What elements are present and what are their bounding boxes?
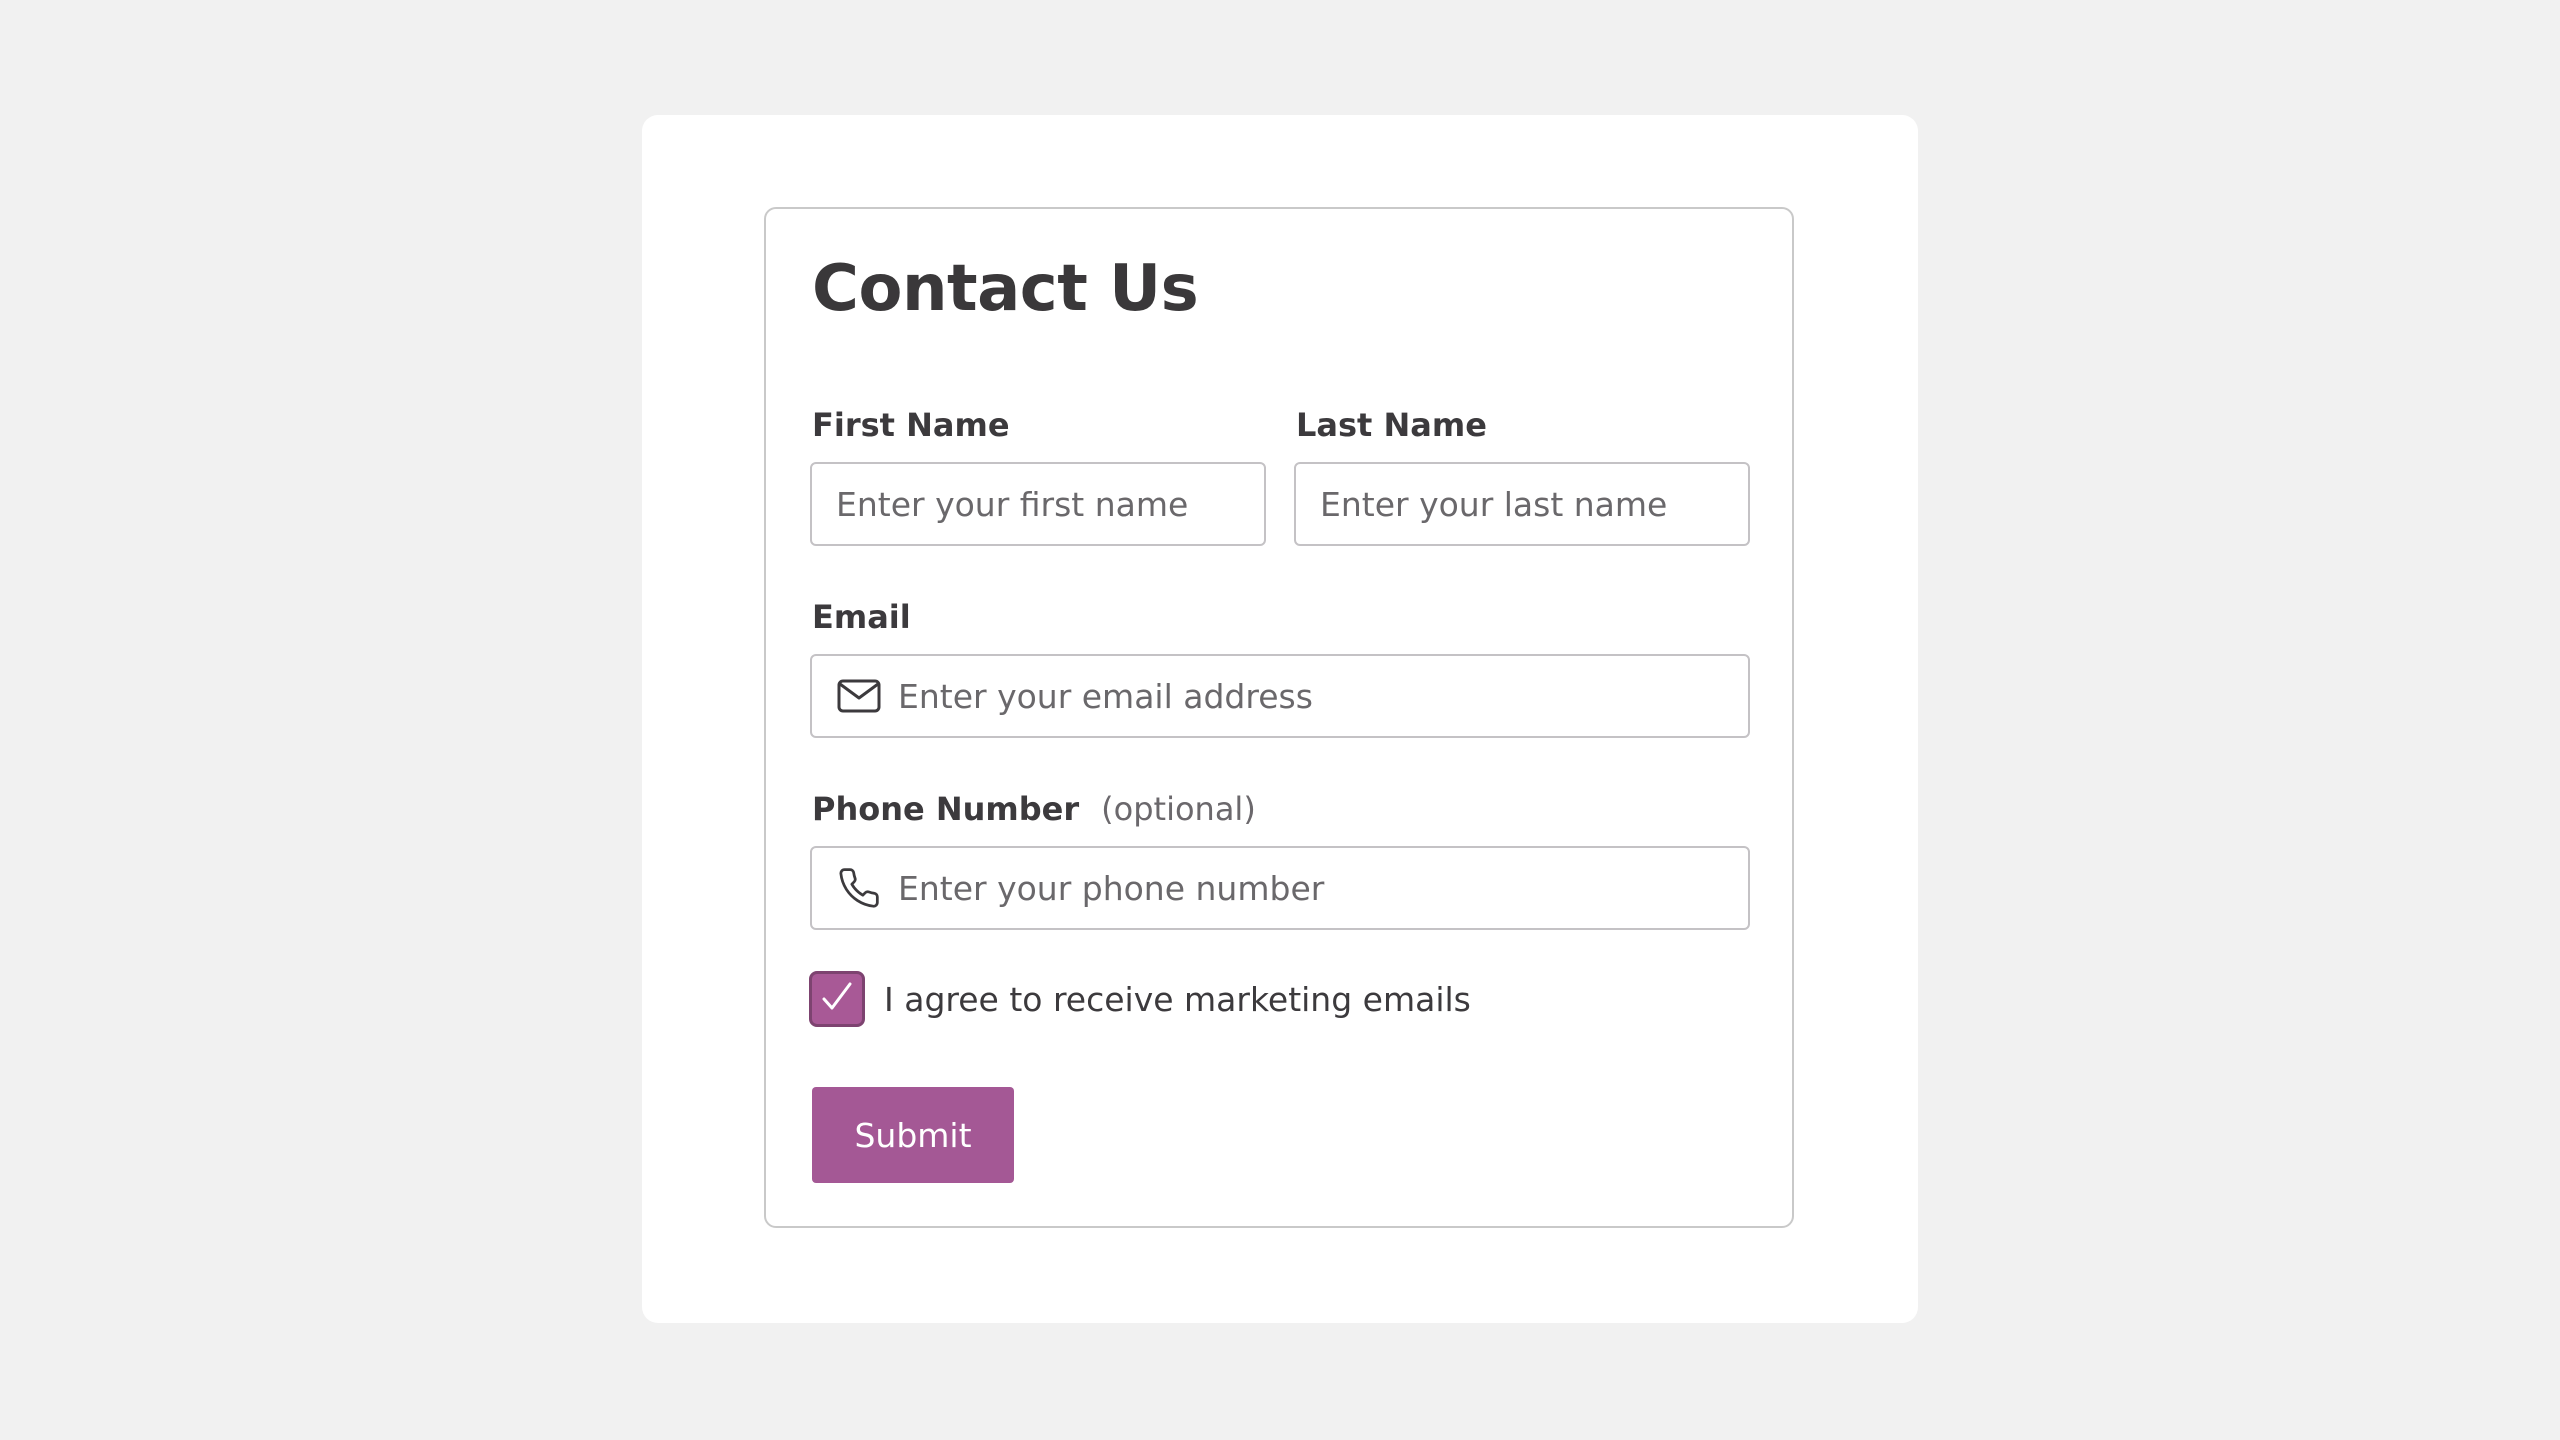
marketing-consent-checkbox[interactable] bbox=[809, 971, 865, 1027]
contact-form: Contact Us First Name Last Name Email Ph… bbox=[764, 207, 1794, 1228]
email-label: Email bbox=[812, 598, 911, 636]
last-name-label: Last Name bbox=[1296, 406, 1487, 444]
envelope-icon bbox=[836, 673, 882, 719]
phone-input[interactable] bbox=[898, 868, 1748, 908]
checkmark-icon bbox=[819, 979, 855, 1019]
marketing-consent-label[interactable]: I agree to receive marketing emails bbox=[884, 983, 1471, 1016]
form-title: Contact Us bbox=[812, 252, 1199, 326]
first-name-input[interactable] bbox=[812, 484, 1264, 524]
email-input[interactable] bbox=[898, 676, 1748, 716]
optional-note: (optional) bbox=[1101, 790, 1256, 828]
phone-label-text: Phone Number bbox=[812, 790, 1080, 828]
submit-button[interactable]: Submit bbox=[812, 1087, 1014, 1183]
first-name-label: First Name bbox=[812, 406, 1010, 444]
last-name-field bbox=[1294, 462, 1750, 546]
phone-label: Phone Number (optional) bbox=[812, 793, 1256, 825]
phone-field bbox=[810, 846, 1750, 930]
first-name-field bbox=[810, 462, 1266, 546]
last-name-input[interactable] bbox=[1296, 484, 1748, 524]
phone-icon bbox=[836, 865, 882, 911]
email-field bbox=[810, 654, 1750, 738]
